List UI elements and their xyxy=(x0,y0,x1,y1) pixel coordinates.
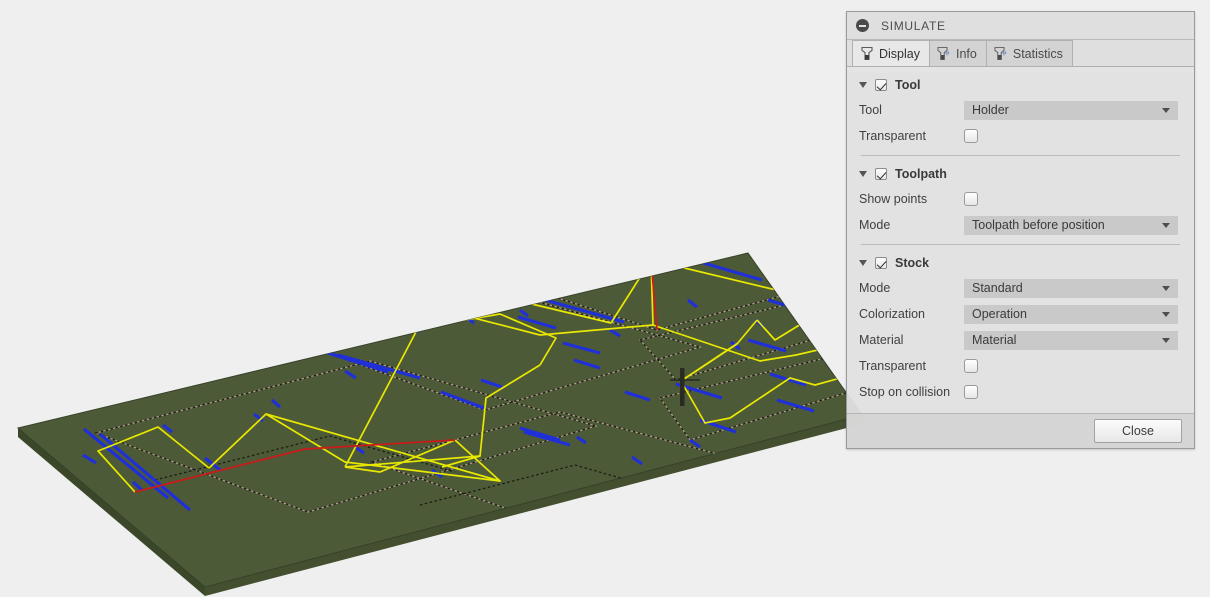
section-stock-header[interactable]: Stock xyxy=(847,251,1194,275)
tool-number-icon: # xyxy=(994,46,1006,60)
minus-circle-icon[interactable] xyxy=(856,19,869,32)
tab-info[interactable]: # Info xyxy=(929,40,987,66)
tool-mode-dropdown[interactable]: Holder xyxy=(964,100,1178,120)
chevron-down-icon xyxy=(1162,107,1170,113)
row-stock-mode-label: Mode xyxy=(859,281,891,295)
tab-display-label: Display xyxy=(879,46,920,61)
section-tool-checkbox[interactable] xyxy=(875,79,887,91)
chevron-down-icon[interactable] xyxy=(859,260,867,266)
tool-transparent-checkbox[interactable] xyxy=(964,129,978,143)
toolpath-mode-dropdown[interactable]: Toolpath before position xyxy=(964,215,1178,235)
toolpath-mode-value: Toolpath before position xyxy=(972,218,1105,232)
tab-statistics-label: Statistics xyxy=(1012,46,1063,61)
row-stock-colorization: Colorization Operation xyxy=(847,301,1194,327)
panel-title: SIMULATE xyxy=(881,18,946,33)
row-stock-stop-on-collision-label: Stop on collision xyxy=(859,385,951,399)
section-toolpath-header[interactable]: Toolpath xyxy=(847,162,1194,186)
row-toolpath-mode-label: Mode xyxy=(859,218,891,232)
row-tool-mode-label: Tool xyxy=(859,103,882,117)
section-toolpath-label: Toolpath xyxy=(895,167,947,181)
panel-header: SIMULATE xyxy=(847,12,1194,40)
row-stock-mode: Mode Standard xyxy=(847,275,1194,301)
stock-transparent-checkbox[interactable] xyxy=(964,359,978,373)
simulate-panel: SIMULATE Display # Info # Statistics Too… xyxy=(846,11,1195,449)
simulate-screen: SIMULATE Display # Info # Statistics Too… xyxy=(0,0,1210,597)
tool-mode-value: Holder xyxy=(972,103,1009,117)
section-divider xyxy=(861,244,1180,245)
section-stock-checkbox[interactable] xyxy=(875,257,887,269)
toolpath-show-points-checkbox[interactable] xyxy=(964,192,978,206)
stock-mode-dropdown[interactable]: Standard xyxy=(964,278,1178,298)
row-stock-material-label: Material xyxy=(859,333,904,347)
svg-text:#: # xyxy=(946,50,950,57)
section-toolpath: Toolpath Show points Mode Toolpath befor… xyxy=(847,162,1194,238)
row-stock-transparent-label: Transparent xyxy=(859,359,926,373)
panel-tab-bar: Display # Info # Statistics xyxy=(847,40,1194,67)
section-stock: Stock Mode Standard Colorization Operati… xyxy=(847,251,1194,405)
tab-statistics[interactable]: # Statistics xyxy=(985,40,1073,66)
panel-body: Tool Tool Holder Transparent Toolpath Sh… xyxy=(847,73,1194,413)
close-button[interactable]: Close xyxy=(1094,419,1182,443)
tab-info-label: Info xyxy=(956,46,977,61)
stock-mode-value: Standard xyxy=(972,281,1023,295)
row-toolpath-show-points-label: Show points xyxy=(859,192,928,206)
section-tool-label: Tool xyxy=(895,78,921,92)
chevron-down-icon xyxy=(1162,222,1170,228)
stock-material-dropdown[interactable]: Material xyxy=(964,330,1178,350)
stock-material-value: Material xyxy=(972,333,1017,347)
chevron-down-icon[interactable] xyxy=(859,171,867,177)
row-toolpath-mode: Mode Toolpath before position xyxy=(847,212,1194,238)
section-tool: Tool Tool Holder Transparent xyxy=(847,73,1194,149)
stock-colorization-dropdown[interactable]: Operation xyxy=(964,304,1178,324)
tab-display[interactable]: Display xyxy=(852,40,930,66)
row-tool-transparent: Transparent xyxy=(847,123,1194,149)
chevron-down-icon xyxy=(1162,337,1170,343)
svg-text:#: # xyxy=(1002,50,1006,57)
row-tool-transparent-label: Transparent xyxy=(859,129,926,143)
row-stock-transparent: Transparent xyxy=(847,353,1194,379)
row-toolpath-show-points: Show points xyxy=(847,186,1194,212)
tool-icon xyxy=(861,46,873,60)
section-tool-header[interactable]: Tool xyxy=(847,73,1194,97)
section-divider xyxy=(861,155,1180,156)
stock-colorization-value: Operation xyxy=(972,307,1027,321)
chevron-down-icon xyxy=(1162,285,1170,291)
section-stock-label: Stock xyxy=(895,256,930,270)
row-stock-colorization-label: Colorization xyxy=(859,307,926,321)
section-toolpath-checkbox[interactable] xyxy=(875,168,887,180)
panel-footer: Close xyxy=(847,413,1194,448)
chevron-down-icon xyxy=(1162,311,1170,317)
stock-stop-on-collision-checkbox[interactable] xyxy=(964,385,978,399)
row-stock-material: Material Material xyxy=(847,327,1194,353)
chevron-down-icon[interactable] xyxy=(859,82,867,88)
row-tool-mode: Tool Holder xyxy=(847,97,1194,123)
tool-number-icon: # xyxy=(937,46,950,60)
row-stock-stop-on-collision: Stop on collision xyxy=(847,379,1194,405)
